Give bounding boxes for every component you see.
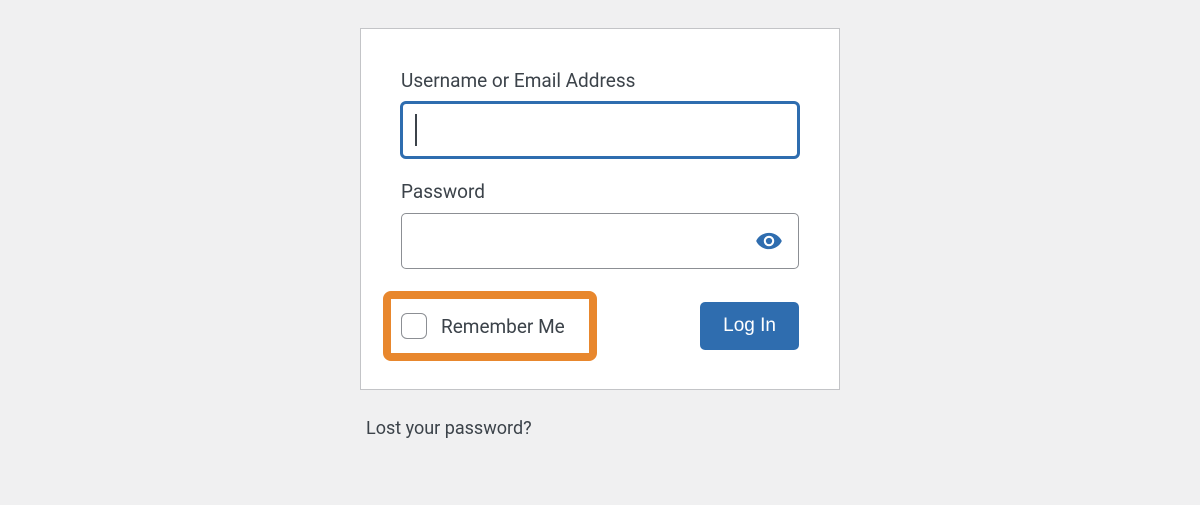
remember-me-highlight: Remember Me [383,291,597,361]
login-form: Username or Email Address Password Remem… [360,28,840,390]
password-input[interactable] [401,213,799,269]
show-password-button[interactable] [749,221,789,261]
remember-me-label: Remember Me [441,315,565,338]
text-cursor [415,114,417,146]
lost-password-row: Lost your password? [360,418,840,439]
username-group: Username or Email Address [401,69,799,158]
username-label: Username or Email Address [401,69,799,92]
username-input-wrap [401,102,799,158]
form-bottom-row: Remember Me Log In [401,291,799,361]
password-group: Password [401,180,799,269]
password-input-wrap [401,213,799,269]
lost-password-link[interactable]: Lost your password? [366,418,532,439]
remember-me-checkbox[interactable] [401,313,427,339]
password-label: Password [401,180,799,203]
eye-icon [755,227,783,255]
username-input[interactable] [401,102,799,158]
login-button[interactable]: Log In [700,302,799,350]
